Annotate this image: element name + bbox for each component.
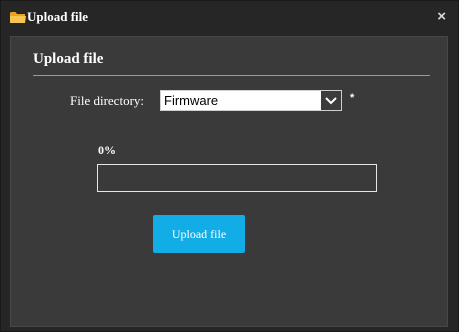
upload-panel: Upload file File directory: Firmware * 0… — [10, 36, 448, 327]
close-button[interactable]: × — [437, 8, 446, 25]
file-directory-label: File directory: — [70, 93, 145, 108]
file-directory-value: Firmware — [164, 93, 219, 108]
progress-percent: 0% — [98, 143, 116, 157]
dialog-title: Upload file — [27, 9, 89, 24]
chevron-down-icon[interactable] — [321, 91, 341, 110]
upload-file-dialog: Upload file × Upload file File directory… — [0, 0, 459, 332]
section-divider — [33, 75, 430, 76]
required-indicator: * — [350, 92, 355, 104]
folder-icon — [10, 11, 26, 24]
dialog-titlebar: Upload file × — [1, 1, 458, 35]
file-directory-select[interactable]: Firmware — [160, 90, 342, 111]
section-title: Upload file — [33, 51, 104, 67]
upload-file-button[interactable]: Upload file — [153, 215, 245, 253]
progress-bar — [97, 164, 377, 192]
